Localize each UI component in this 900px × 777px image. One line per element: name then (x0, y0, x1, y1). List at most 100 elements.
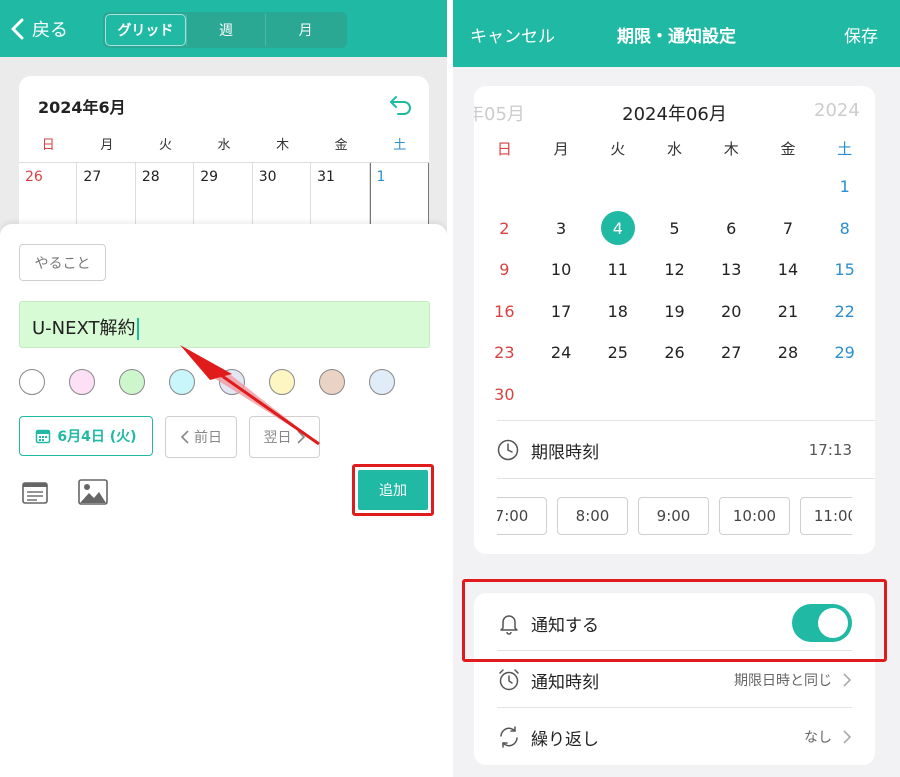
color-swatch[interactable] (119, 369, 145, 395)
day-cell[interactable]: 1 (816, 177, 873, 196)
calendar-week-row: 30 (476, 374, 873, 416)
day-cell[interactable]: 5 (646, 219, 703, 238)
time-chip[interactable]: 9:00 (638, 497, 709, 535)
repeat-label: 繰り返し (531, 729, 599, 750)
calendar-week-row: 1 (476, 166, 873, 208)
day-cell[interactable]: 20 (703, 302, 760, 321)
next-day-button[interactable]: 翌日 (249, 416, 320, 458)
day-cell[interactable]: 8 (816, 219, 873, 238)
alarm-clock-icon (499, 669, 519, 691)
deadline-time-label: 期限時刻 (531, 442, 599, 463)
chevron-right-icon (843, 673, 852, 687)
weekday-label: 月 (553, 140, 569, 158)
weekday-header: 日 月 火 水 木 金 土 (476, 138, 873, 159)
next-day-label: 翌日 (263, 430, 292, 446)
day-cell[interactable]: 22 (816, 302, 873, 321)
weekday-label: 金 (334, 138, 348, 153)
tab-week[interactable]: 週 (185, 14, 266, 46)
color-swatch[interactable] (369, 369, 395, 395)
day-cell[interactable]: 11 (589, 260, 646, 279)
time-chip[interactable]: 7:00 (497, 497, 547, 535)
selected-day: 4 (600, 211, 635, 246)
previous-day-button[interactable]: 前日 (165, 416, 237, 458)
day-cell[interactable]: 26 (646, 343, 703, 362)
weekday-label: 火 (610, 140, 626, 158)
calendar-week-row: 9 10 11 12 13 14 15 (476, 249, 873, 291)
color-swatch[interactable] (19, 369, 45, 395)
task-title-text: U-NEXT解約 (32, 318, 136, 339)
day-cell[interactable]: 19 (646, 302, 703, 321)
weekday-label: 木 (276, 138, 290, 153)
right-panel: キャンセル 期限・通知設定 保存 年05月 2024年06月 2024 日 月 … (453, 0, 900, 777)
day-cell[interactable]: 16 (476, 302, 533, 321)
weekday-label: 水 (667, 140, 683, 158)
task-title-input[interactable]: U-NEXT解約 (19, 301, 430, 348)
text-caret (136, 318, 139, 340)
section-divider (497, 707, 852, 708)
day-cell[interactable]: 23 (476, 343, 533, 362)
time-chip[interactable]: 11:00 (800, 497, 852, 535)
time-chip[interactable]: 10:00 (719, 497, 790, 535)
tab-grid[interactable]: グリッド (105, 14, 186, 46)
day-cell[interactable]: 4 (589, 211, 646, 246)
day-cell[interactable]: 12 (646, 260, 703, 279)
day-cell[interactable]: 25 (589, 343, 646, 362)
save-button[interactable]: 保存 (844, 22, 878, 47)
day-cell[interactable]: 14 (760, 260, 817, 279)
notify-time-value: 期限日時と同じ (734, 673, 832, 689)
settings-header: キャンセル 期限・通知設定 保存 (453, 0, 900, 67)
day-cell[interactable]: 30 (476, 385, 533, 404)
day-cell[interactable]: 27 (703, 343, 760, 362)
repeat-icon (500, 726, 518, 748)
section-divider (497, 478, 875, 479)
weekday-label: 土 (837, 140, 853, 158)
day-cell[interactable]: 13 (703, 260, 760, 279)
day-cell[interactable]: 9 (476, 260, 533, 279)
highlight-box-add (352, 464, 434, 516)
deadline-time-value: 17:13 (808, 441, 852, 459)
repeat-row[interactable]: 繰り返し なし (497, 720, 852, 754)
color-swatch[interactable] (269, 369, 295, 395)
day-cell[interactable]: 18 (589, 302, 646, 321)
day-cell[interactable]: 3 (533, 219, 590, 238)
tab-month[interactable]: 月 (265, 14, 345, 46)
date-button[interactable]: 6月4日 (火) (19, 416, 153, 456)
color-swatch[interactable] (319, 369, 345, 395)
chevron-right-icon (843, 730, 852, 744)
day-cell[interactable]: 29 (816, 343, 873, 362)
notify-time-row[interactable]: 通知時刻 期限日時と同じ (497, 663, 852, 697)
back-button[interactable]: 戻る (8, 12, 68, 46)
day-cell[interactable]: 7 (760, 219, 817, 238)
day-cell[interactable]: 24 (533, 343, 590, 362)
calendar-week-row: 16 17 18 19 20 21 22 (476, 291, 873, 333)
clock-icon (497, 439, 519, 461)
color-swatch[interactable] (69, 369, 95, 395)
day-cell[interactable]: 10 (533, 260, 590, 279)
day-cell[interactable]: 28 (760, 343, 817, 362)
category-chip[interactable]: やること (19, 244, 106, 281)
color-swatch[interactable] (219, 369, 245, 395)
memo-icon[interactable] (22, 482, 48, 504)
highlight-box-notify (462, 579, 887, 662)
page-title: 期限・通知設定 (617, 27, 736, 47)
left-header: 戻る グリッド 週 月 (0, 0, 447, 57)
color-swatches (19, 369, 395, 395)
chevron-right-icon (296, 430, 305, 444)
day-cell[interactable]: 15 (816, 260, 873, 279)
time-chip[interactable]: 8:00 (557, 497, 628, 535)
deadline-time-row[interactable]: 期限時刻 17:13 (497, 432, 852, 468)
month-navigator: 年05月 2024年06月 2024 (474, 100, 875, 126)
day-cell[interactable]: 6 (703, 219, 760, 238)
day-cell[interactable]: 21 (760, 302, 817, 321)
calendar-icon (36, 429, 51, 444)
chevron-left-icon (11, 18, 24, 40)
day-cell[interactable]: 17 (533, 302, 590, 321)
color-swatch[interactable] (169, 369, 195, 395)
image-icon[interactable] (78, 479, 108, 505)
view-segmented-control: グリッド 週 月 (103, 12, 347, 48)
time-chip-scroller[interactable]: 7:00 8:00 9:00 10:00 11:00 (497, 497, 852, 535)
deadline-calendar-card: 年05月 2024年06月 2024 日 月 火 水 木 金 土 1234567… (474, 86, 875, 554)
undo-icon[interactable] (389, 94, 413, 116)
next-month-label[interactable]: 2024 (814, 100, 860, 121)
day-cell[interactable]: 2 (476, 219, 533, 238)
